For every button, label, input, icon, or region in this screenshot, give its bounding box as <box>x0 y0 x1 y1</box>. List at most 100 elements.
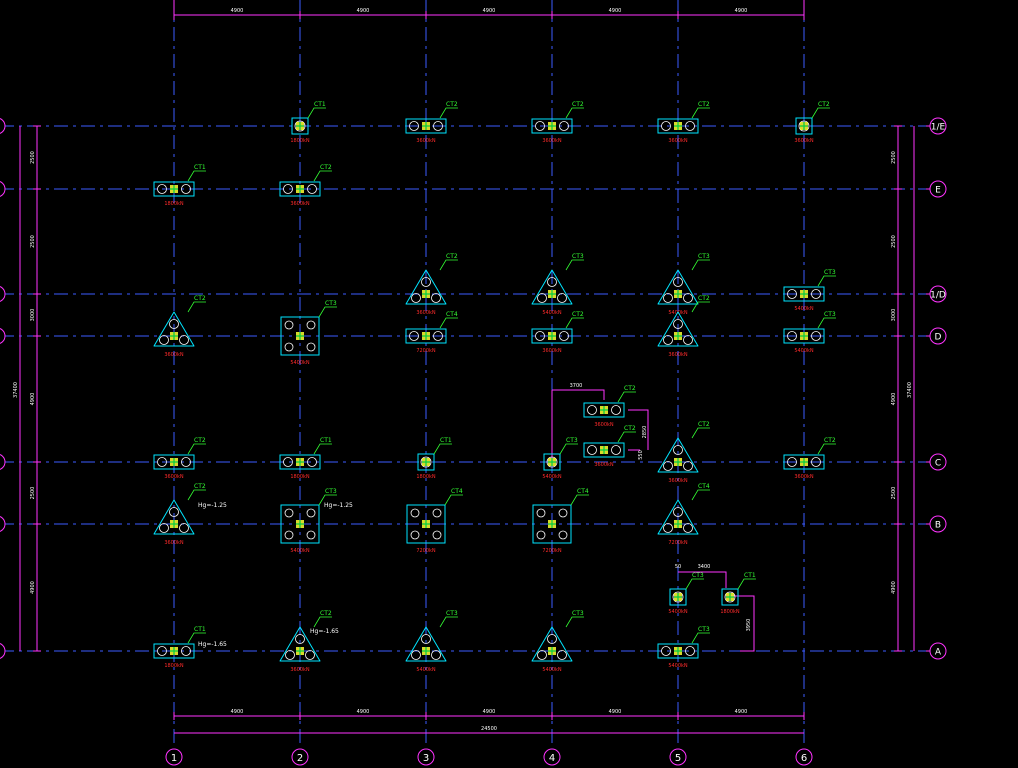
cap-label: CT3 <box>824 269 836 276</box>
axis-label: 4 <box>549 753 555 764</box>
pile-cap: CT4 7200kN <box>532 488 589 554</box>
dimension-lines: 4900 4900 4900 4900 4900 4900 4900 4900 4900 4900… <box>13 0 915 734</box>
leader-line <box>559 443 578 455</box>
cap-capacity: 3600kN <box>794 474 814 480</box>
dimension-text: 3000 <box>30 309 36 322</box>
dimension-text: 4900 <box>609 8 622 14</box>
pile-circle <box>411 650 421 660</box>
leader-line <box>187 489 206 501</box>
dimension-text: 4900 <box>735 8 748 14</box>
leader-line <box>318 306 337 318</box>
cap-label: CT2 <box>624 425 636 432</box>
leader-line <box>817 317 836 329</box>
pile-circle <box>431 650 441 660</box>
axis-label: 3 <box>423 753 429 764</box>
axis-label: 1/D <box>930 291 946 301</box>
pile-cap: CT2 3600kN <box>794 101 830 144</box>
aux-dimension-text: 550 <box>638 450 644 460</box>
elevation-note: Hg=-1.65 <box>310 628 339 635</box>
elevation-note: Hg=-1.25 <box>198 502 227 509</box>
pile-cap: CT4 7200kN <box>657 483 710 546</box>
dimension-text: 2500 <box>891 235 897 248</box>
dimension-text: 2500 <box>891 487 897 500</box>
pile-circle <box>284 508 294 518</box>
cap-capacity: 3600kN <box>668 478 688 484</box>
axis-label: A <box>935 648 942 658</box>
dimension-text: 24500 <box>481 726 497 732</box>
pile-cap: CT3 5400kN <box>657 626 710 669</box>
leader-line <box>691 489 710 501</box>
pile-circle <box>431 293 441 303</box>
pile-circle <box>159 335 169 345</box>
pile-circle <box>159 523 169 533</box>
pile-circle <box>410 508 420 518</box>
pile-cap: CT3 5400kN <box>783 269 836 312</box>
pile-circle <box>611 445 621 455</box>
cap-capacity: 3600kN <box>164 540 184 546</box>
cap-capacity: 5400kN <box>794 306 814 312</box>
axis-label: 1 <box>171 753 177 764</box>
leader-line <box>187 443 206 455</box>
pile-cap: CT2 3600kN <box>153 437 206 480</box>
axis-label: 5 <box>675 753 681 764</box>
pile-circle <box>410 530 420 540</box>
pile-cap: CT2 3600kN <box>657 101 710 144</box>
pile-cap: CT3 5400kN <box>668 572 704 615</box>
cap-capacity: 5400kN <box>668 663 688 669</box>
leader-line <box>187 170 206 182</box>
axis-bubble <box>0 286 6 302</box>
pile-circle <box>411 293 421 303</box>
cap-capacity: 3600kN <box>290 201 310 207</box>
pile-circle <box>179 523 189 533</box>
cap-capacity: 3600kN <box>290 667 310 673</box>
leader-line <box>439 107 458 119</box>
cap-capacity: 3600kN <box>794 138 814 144</box>
pile-cap: CT3 5400kN <box>783 311 836 354</box>
leader-line <box>817 443 836 455</box>
axis-label: 1/E <box>931 123 946 133</box>
cap-capacity: 5400kN <box>668 609 688 615</box>
dimension-text: 2500 <box>30 235 36 248</box>
leader-line <box>737 578 756 590</box>
leader-line <box>565 317 584 329</box>
cap-capacity: 3600kN <box>594 422 614 428</box>
axis-bubble <box>0 454 6 470</box>
dimension-text: 4900 <box>231 709 244 715</box>
axis-label: C <box>935 459 941 469</box>
dimension-text: 4900 <box>357 709 370 715</box>
pile-circle <box>683 523 693 533</box>
pile-circle <box>557 293 567 303</box>
pile-circle <box>663 523 673 533</box>
pile-circle <box>285 650 295 660</box>
pile-caps: CT1 1800kN CT2 3600kN CT2 3600kN CT2 3600kN CT2 3… <box>153 101 836 673</box>
axis-label: 2 <box>297 753 303 764</box>
aux-dimension-text: 50 <box>675 564 681 570</box>
pile-cap: CT4 7200kN <box>405 311 458 354</box>
cap-capacity: 1800kN <box>416 474 436 480</box>
pile-cap: CT1 1800kN <box>279 437 332 480</box>
cap-label: CT1 <box>440 437 452 444</box>
pile-circle <box>284 320 294 330</box>
pile-cap: CT3 5400kN <box>542 437 578 480</box>
leader-line <box>565 107 584 119</box>
cap-label: CT4 <box>698 483 710 490</box>
dimension-text: 2500 <box>891 151 897 164</box>
cap-label: CT3 <box>698 626 710 633</box>
pile-circle <box>537 293 547 303</box>
leader-line <box>444 494 463 506</box>
dimension-text: 4900 <box>231 8 244 14</box>
leader-line <box>313 616 332 628</box>
leader-line <box>570 494 589 506</box>
pile-cap: CT2 3600kN <box>783 437 836 480</box>
pile-circle <box>663 293 673 303</box>
pile-circle <box>536 508 546 518</box>
cap-label: CT1 <box>314 101 326 108</box>
cap-label: CT1 <box>320 437 332 444</box>
leader-line <box>439 317 458 329</box>
cap-label: CT3 <box>572 610 584 617</box>
cap-label: CT3 <box>325 488 337 495</box>
pile-cap: CT2 3600kN <box>583 385 636 428</box>
leader-line <box>817 275 836 287</box>
pile-circle <box>536 530 546 540</box>
dimension-text: 3000 <box>891 309 897 322</box>
